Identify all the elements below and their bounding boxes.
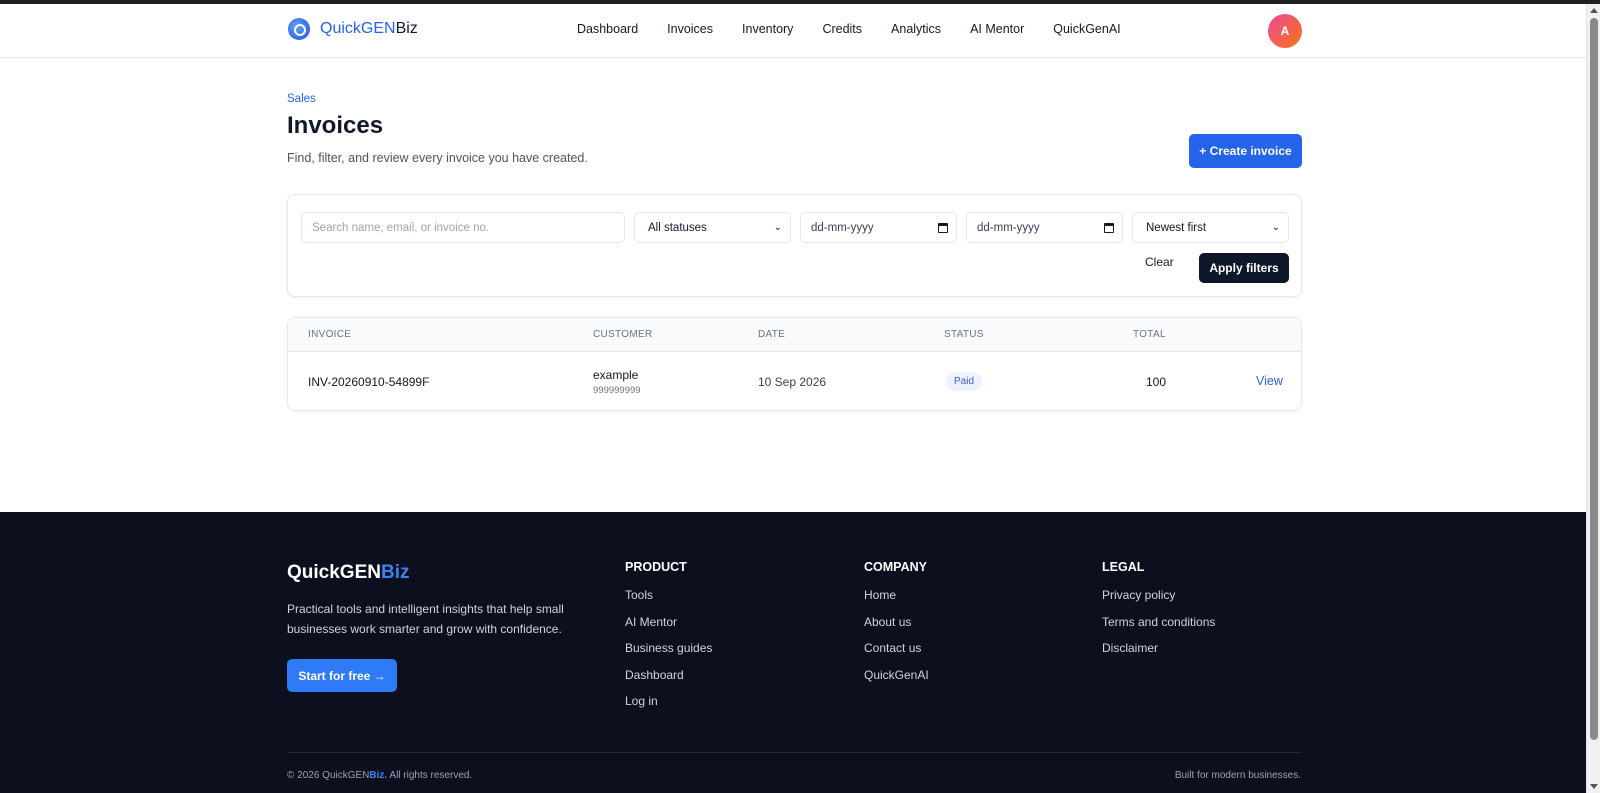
scrollbar-thumb[interactable] xyxy=(1590,18,1598,740)
view-invoice-link[interactable]: View xyxy=(1256,374,1283,388)
footer-link-terms[interactable]: Terms and conditions xyxy=(1102,611,1215,638)
column-header-customer: CUSTOMER xyxy=(593,329,653,340)
main-nav: Dashboard Invoices Inventory Credits Ana… xyxy=(577,22,1150,36)
site-footer: QuickGENBiz Practical tools and intellig… xyxy=(0,512,1586,793)
column-header-date: DATE xyxy=(758,329,786,340)
footer-link-log-in[interactable]: Log in xyxy=(625,690,712,717)
footer-link-tools[interactable]: Tools xyxy=(625,584,712,611)
footer-link-privacy-policy[interactable]: Privacy policy xyxy=(1102,584,1215,611)
search-input[interactable]: Search name, email, or invoice no. xyxy=(301,212,625,243)
customer-name: example xyxy=(593,368,639,382)
from-date-placeholder: dd-mm-yyyy xyxy=(811,221,874,234)
chevron-down-icon: ⌄ xyxy=(1271,222,1280,233)
calendar-icon[interactable] xyxy=(1104,222,1114,233)
status-select-value: All statuses xyxy=(648,221,707,234)
nav-analytics[interactable]: Analytics xyxy=(891,22,941,36)
calendar-icon[interactable] xyxy=(938,222,948,233)
apply-filters-button[interactable]: Apply filters xyxy=(1199,253,1289,283)
from-date-input[interactable]: dd-mm-yyyy xyxy=(800,212,957,243)
nav-credits[interactable]: Credits xyxy=(822,22,862,36)
nav-ai-mentor[interactable]: AI Mentor xyxy=(970,22,1024,36)
scroll-up-icon[interactable] xyxy=(1590,8,1598,13)
status-badge: Paid xyxy=(946,372,983,391)
brand-name-part2: Biz xyxy=(395,20,418,37)
scroll-down-icon[interactable] xyxy=(1590,784,1598,789)
brand-name-part1: QuickGEN xyxy=(320,20,396,37)
nav-invoices[interactable]: Invoices xyxy=(667,22,713,36)
footer-link-quickgenai[interactable]: QuickGenAI xyxy=(864,664,929,691)
column-header-total: TOTAL xyxy=(1133,329,1166,340)
chevron-down-icon: ⌄ xyxy=(773,222,782,233)
nav-inventory[interactable]: Inventory xyxy=(742,22,793,36)
nav-quickgenai[interactable]: QuickGenAI xyxy=(1053,22,1120,36)
invoice-date: 10 Sep 2026 xyxy=(758,375,827,389)
copyright-suffix: All rights reserved. xyxy=(387,770,473,781)
user-avatar[interactable]: A xyxy=(1268,14,1302,48)
table-header: INVOICE CUSTOMER DATE STATUS TOTAL xyxy=(288,318,1301,352)
clear-filters-button[interactable]: Clear xyxy=(1145,255,1174,269)
footer-link-dashboard[interactable]: Dashboard xyxy=(625,664,712,691)
footer-brand-part1: QuickGEN xyxy=(287,562,381,583)
status-select[interactable]: All statuses ⌄ xyxy=(634,212,791,243)
customer-phone: 999999999 xyxy=(593,385,641,396)
logo-icon xyxy=(288,18,310,40)
copyright-prefix: © 2026 QuickGEN xyxy=(287,770,370,781)
column-header-status: STATUS xyxy=(944,329,984,340)
top-navbar: QuickGENBiz Dashboard Invoices Inventory… xyxy=(0,4,1586,58)
footer-heading-company: COMPANY xyxy=(864,560,927,574)
to-date-placeholder: dd-mm-yyyy xyxy=(977,221,1040,234)
invoices-table: INVOICE CUSTOMER DATE STATUS TOTAL INV-2… xyxy=(287,317,1302,411)
brand-name: QuickGENBiz xyxy=(320,20,418,38)
page-title: Invoices xyxy=(287,112,384,139)
footer-link-ai-mentor[interactable]: AI Mentor xyxy=(625,611,712,638)
footer-link-contact-us[interactable]: Contact us xyxy=(864,637,929,664)
breadcrumb[interactable]: Sales xyxy=(287,93,316,105)
footer-divider xyxy=(287,752,1302,753)
filter-panel: Search name, email, or invoice no. All s… xyxy=(287,194,1302,297)
invoice-number: INV-20260910-54899F xyxy=(308,375,430,389)
brand-logo[interactable]: QuickGENBiz xyxy=(288,18,418,40)
footer-heading-product: PRODUCT xyxy=(625,560,687,574)
nav-dashboard[interactable]: Dashboard xyxy=(577,22,638,36)
sort-select[interactable]: Newest first ⌄ xyxy=(1132,212,1289,243)
footer-heading-legal: LEGAL xyxy=(1102,560,1145,574)
footer-brand: QuickGENBiz xyxy=(287,562,409,584)
page-subtitle: Find, filter, and review every invoice y… xyxy=(287,151,588,165)
create-invoice-button[interactable]: + Create invoice xyxy=(1189,134,1302,168)
footer-copyright: © 2026 QuickGENBiz. All rights reserved. xyxy=(287,770,472,781)
footer-link-disclaimer[interactable]: Disclaimer xyxy=(1102,637,1215,664)
to-date-input[interactable]: dd-mm-yyyy xyxy=(966,212,1123,243)
footer-description: Practical tools and intelligent insights… xyxy=(287,602,564,636)
invoice-total: 100 xyxy=(1145,375,1166,389)
footer-link-business-guides[interactable]: Business guides xyxy=(625,637,712,664)
footer-link-about-us[interactable]: About us xyxy=(864,611,929,638)
footer-legal-column: LEGAL Privacy policy Terms and condition… xyxy=(1102,560,1215,664)
column-header-invoice: INVOICE xyxy=(308,329,352,340)
footer-brand-part2: Biz xyxy=(380,562,410,583)
page-scrollbar[interactable] xyxy=(1586,4,1600,793)
footer-link-home[interactable]: Home xyxy=(864,584,929,611)
start-for-free-button[interactable]: Start for free → xyxy=(287,659,397,692)
sort-select-value: Newest first xyxy=(1146,221,1207,234)
copyright-brand: Biz. xyxy=(369,770,388,781)
footer-product-column: PRODUCT Tools AI Mentor Business guides … xyxy=(625,560,712,717)
footer-company-column: COMPANY Home About us Contact us QuickGe… xyxy=(864,560,929,690)
footer-tagline: Built for modern businesses. xyxy=(1174,770,1301,781)
